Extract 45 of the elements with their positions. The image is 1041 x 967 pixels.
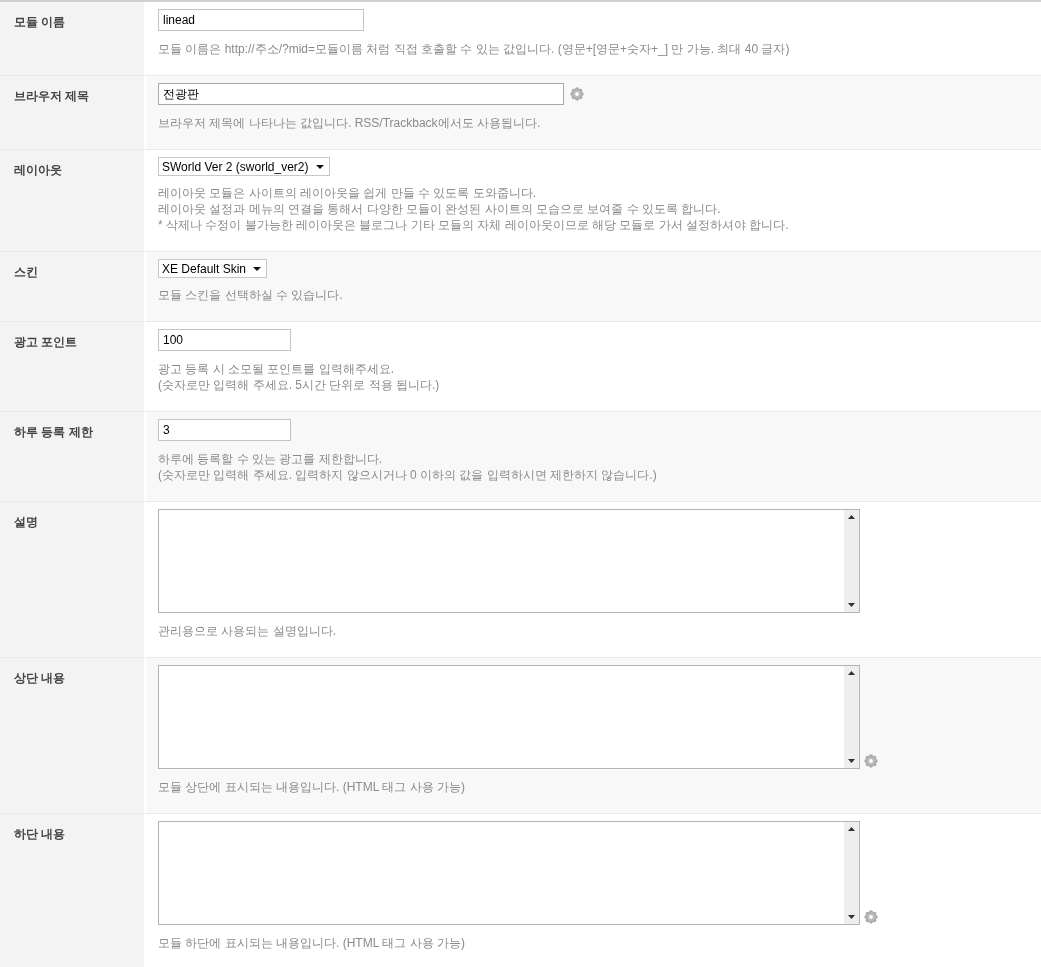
help-text: 레이아웃 설정과 메뉴의 연결을 통해서 다양한 모듈이 완성된 사이트의 모습으로 보여줄 수 있도록 합니다. xyxy=(158,201,721,217)
scrollbar[interactable] xyxy=(844,666,859,768)
help-text: (숫자로만 입력해 주세요. 입력하지 않으시거나 0 이하의 값을 입력하시면 제한하지 않습니다.) xyxy=(158,467,657,483)
help-text: 관리용으로 사용되는 설명입니다. xyxy=(158,623,336,639)
dropdown-select[interactable]: SWorld Ver 2 (sworld_ver2) xyxy=(158,157,330,176)
scroll-up-arrow-icon[interactable] xyxy=(848,515,855,519)
help-text: 레이아웃 모듈은 사이트의 레이아웃을 쉽게 만들 수 있도록 도와줍니다. xyxy=(158,185,536,201)
gear-icon[interactable] xyxy=(864,910,878,924)
help-text: 모듈 상단에 표시되는 내용입니다. (HTML 태그 사용 가능) xyxy=(158,779,465,795)
gear-icon[interactable] xyxy=(570,87,584,101)
field-label: 브라우저 제목 xyxy=(14,89,90,103)
help-text: 광고 등록 시 소모될 포인트를 입력해주세요. xyxy=(158,361,394,377)
text-field[interactable]: 100 xyxy=(158,329,291,351)
caret-icon xyxy=(253,266,262,271)
help-text: 하루에 등록할 수 있는 광고를 제한합니다. xyxy=(158,451,382,467)
scrollbar[interactable] xyxy=(844,822,859,924)
field-label: 하루 등록 제한 xyxy=(14,425,93,439)
field-label: 레이아웃 xyxy=(14,163,62,177)
caret-icon xyxy=(315,164,324,169)
dropdown-select[interactable]: XE Default Skin xyxy=(158,259,268,278)
text-field[interactable]: 3 xyxy=(158,419,291,441)
help-text: * 삭제나 수정이 불가능한 레이아웃은 블로그나 기타 모듈의 자체 레이아웃이므로 해당 모듈로 가서 설정하셔야 합니다. xyxy=(158,217,789,233)
field-label: 스킨 xyxy=(14,265,38,279)
field-label: 광고 포인트 xyxy=(14,335,78,349)
scroll-down-arrow-icon[interactable] xyxy=(848,759,855,763)
field-label: 모듈 이름 xyxy=(14,15,66,29)
field-label: 설명 xyxy=(14,515,38,529)
gear-icon[interactable] xyxy=(864,754,878,768)
scroll-down-arrow-icon[interactable] xyxy=(848,915,855,919)
text-field[interactable]: linead xyxy=(158,9,364,31)
scrollbar[interactable] xyxy=(844,510,859,612)
textarea-field[interactable] xyxy=(158,509,860,613)
help-text: 모듈 스킨을 선택하실 수 있습니다. xyxy=(158,287,343,303)
scroll-up-arrow-icon[interactable] xyxy=(848,671,855,675)
help-text: 모듈 이름은 http://주소/?mid=모듈이름 처럼 직접 호출할 수 있는 값입니다. (영문+[영문+숫자+_] 만 가능. 최대 40 글자) xyxy=(158,41,790,57)
text-field[interactable]: 전광판 xyxy=(158,83,564,105)
textarea-field[interactable] xyxy=(158,665,860,769)
help-text: (숫자로만 입력해 주세요. 5시간 단위로 적용 됩니다.) xyxy=(158,377,440,393)
help-text: 모듈 하단에 표시되는 내용입니다. (HTML 태그 사용 가능) xyxy=(158,935,465,951)
scroll-down-arrow-icon[interactable] xyxy=(848,603,855,607)
field-label: 하단 내용 xyxy=(14,827,66,841)
help-text: 브라우저 제목에 나타나는 값입니다. RSS/Trackback에서도 사용됩니다. xyxy=(158,115,541,131)
field-label: 상단 내용 xyxy=(14,671,66,685)
scroll-up-arrow-icon[interactable] xyxy=(848,827,855,831)
textarea-field[interactable] xyxy=(158,821,860,925)
